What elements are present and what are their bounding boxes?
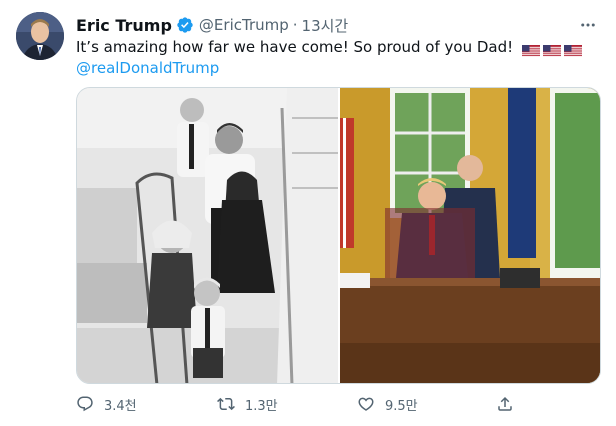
photo-oval-office[interactable] <box>338 88 600 383</box>
tweet-text: It’s amazing how far we have come! So pr… <box>76 37 596 57</box>
share-button[interactable] <box>496 393 514 415</box>
verified-badge-icon <box>176 16 194 34</box>
reply-icon <box>77 396 93 412</box>
tweet-body: It’s amazing how far we have come! So pr… <box>76 38 514 56</box>
like-button[interactable]: 9.5만 <box>357 393 418 415</box>
tweet-card[interactable]: Eric Trump @EricTrump · 13시간 It’s amazin… <box>0 0 616 426</box>
avatar[interactable] <box>16 12 64 60</box>
us-flag-icon <box>521 42 540 57</box>
more-icon[interactable] <box>577 14 599 36</box>
avatar-image <box>16 12 64 60</box>
handle[interactable]: @EricTrump <box>199 16 289 34</box>
flag-emoji-group <box>521 42 582 57</box>
media-grid[interactable] <box>76 87 601 384</box>
us-flag-icon <box>563 42 582 57</box>
tweet-actions: 3.4천 1.3만 9.5만 <box>76 393 596 415</box>
retweet-count: 1.3만 <box>245 398 278 414</box>
separator-dot: · <box>292 16 298 34</box>
retweet-button[interactable]: 1.3만 <box>217 393 278 415</box>
tweet-header: Eric Trump @EricTrump · 13시간 <box>76 14 348 36</box>
heart-icon <box>358 397 374 411</box>
like-count: 9.5만 <box>385 398 418 414</box>
mention-link[interactable]: @realDonaldTrump <box>76 58 219 78</box>
us-flag-icon <box>542 42 561 57</box>
share-icon <box>498 396 512 411</box>
reply-button[interactable]: 3.4천 <box>76 393 137 415</box>
retweet-icon <box>217 397 235 411</box>
reply-count: 3.4천 <box>104 398 137 414</box>
timestamp[interactable]: 13시간 <box>302 15 349 36</box>
photo-family-staircase[interactable] <box>77 88 338 383</box>
display-name[interactable]: Eric Trump <box>76 16 172 35</box>
